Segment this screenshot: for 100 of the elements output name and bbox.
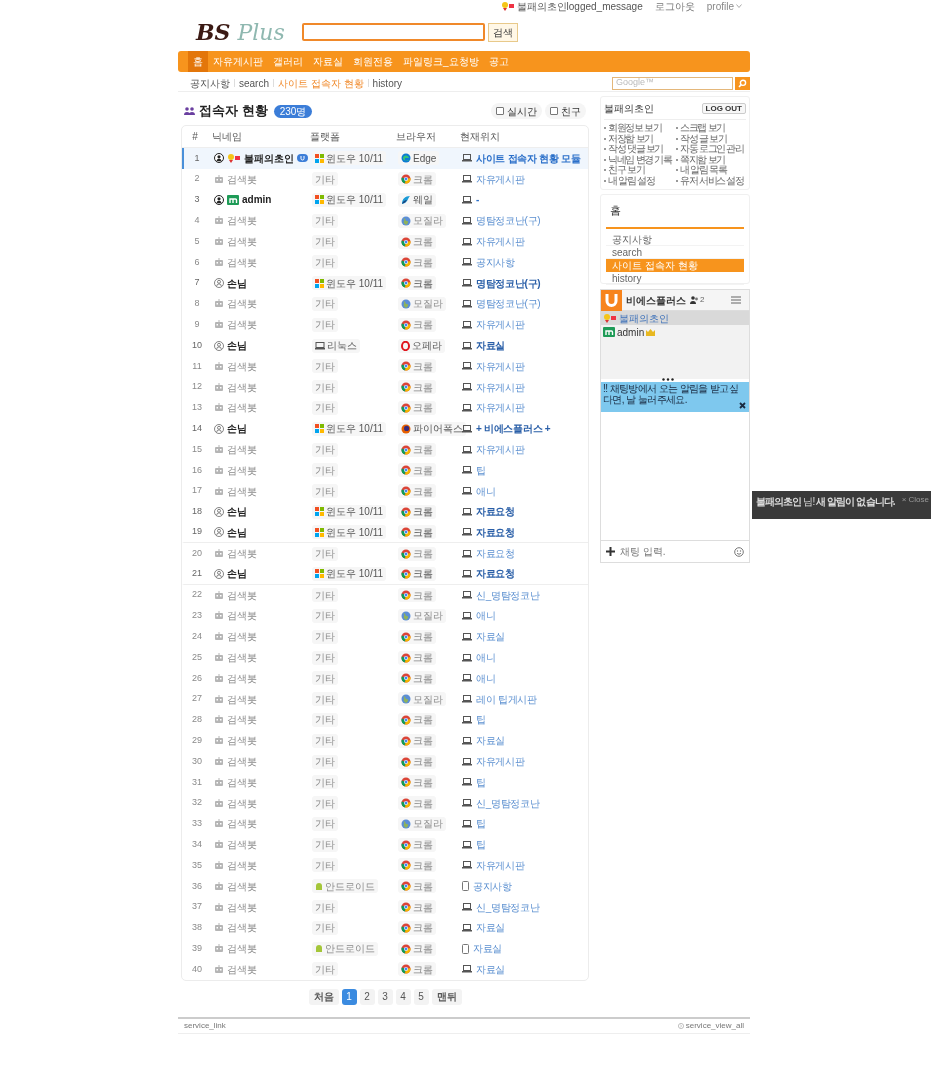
location-link[interactable]: 자료실 (476, 733, 506, 749)
nickname[interactable]: 검색봇 (227, 774, 257, 790)
chat-input[interactable]: 채팅 입력. (620, 544, 729, 559)
table-row[interactable]: 7 손님 윈도우 10/11 크롬 명탐정코난(구) (182, 272, 588, 294)
site-logo[interactable]: BS Plus (196, 20, 302, 44)
nickname[interactable]: 검색봇 (227, 213, 257, 229)
nickname[interactable]: 검색봇 (227, 795, 257, 811)
table-row[interactable]: 36 검색봇 안드로이드 크롬 공지사항 (182, 875, 588, 897)
profile-link[interactable]: 내 알림 목록 (680, 165, 727, 176)
profile-link[interactable]: 친구 보기 (608, 165, 645, 176)
table-row[interactable]: 31 검색봇 기타 크롬 팁 (182, 771, 588, 793)
profile-link[interactable]: 내 알림 설정 (608, 175, 655, 186)
table-row[interactable]: 38 검색봇 기타 크롬 자료실 (182, 917, 588, 939)
chat-alert-banner[interactable]: !! 채팅방에서 오는 알림을 받고싶다면, 날 눌러주세요. (601, 382, 749, 412)
logout-link[interactable]: 로그아웃 (654, 0, 695, 14)
table-row[interactable]: 29 검색봇 기타 크롬 자료실 (182, 730, 588, 752)
location-link[interactable]: 자유게시판 (476, 858, 525, 873)
profile-link[interactable]: 작성 글 보기 (680, 133, 727, 144)
menu-item[interactable]: history (606, 271, 744, 285)
nickname[interactable]: 검색봇 (227, 941, 257, 957)
nickname[interactable]: 손님 (227, 275, 247, 291)
nickname[interactable]: 검색봇 (227, 670, 257, 686)
nickname[interactable]: 검색봇 (227, 171, 257, 187)
table-row[interactable]: 35 검색봇 기타 크롬 자유게시판 (182, 855, 588, 876)
table-row[interactable]: 28 검색봇 기타 크롬 팁 (182, 709, 588, 731)
location-link[interactable]: 자유게시판 (476, 317, 525, 333)
location-link[interactable]: 애니 (476, 608, 496, 624)
table-row[interactable]: 22 검색봇 기타 크롬 신_명탐정코난 (182, 584, 588, 606)
nickname[interactable]: 검색봇 (227, 920, 257, 936)
checkbox[interactable] (550, 107, 558, 115)
user-link[interactable]: 불패의초인logged_message (516, 0, 643, 14)
nickname[interactable]: 검색봇 (227, 317, 257, 333)
nickname[interactable]: 검색봇 (227, 629, 257, 645)
table-row[interactable]: 33 검색봇 기타 모질라 팁 (182, 813, 588, 835)
nickname[interactable]: 검색봇 (227, 650, 257, 665)
location-link[interactable]: - (476, 192, 480, 208)
nickname[interactable]: 검색봇 (227, 961, 257, 977)
nickname[interactable]: 검색봇 (227, 254, 257, 270)
breadcrumb-link[interactable]: history (372, 75, 403, 91)
footer-link[interactable]: service_view_all (677, 1019, 744, 1032)
page-button[interactable]: 맨뒤 (431, 988, 462, 1005)
nickname[interactable]: 검색봇 (227, 234, 257, 250)
smiley-icon[interactable] (734, 546, 744, 557)
location-link[interactable]: 공지사항 (473, 878, 512, 894)
nav-item[interactable]: 공고 (483, 51, 514, 72)
nickname[interactable]: 검색봇 (227, 899, 257, 915)
location-link[interactable]: 자료요청 (476, 566, 515, 582)
profile-link[interactable]: profile (706, 0, 742, 14)
breadcrumb-link[interactable]: search (239, 75, 269, 91)
location-link[interactable]: 자유게시판 (476, 442, 525, 458)
search-field[interactable] (302, 23, 485, 41)
location-link[interactable]: 팁 (476, 774, 486, 790)
location-link[interactable]: 자유게시판 (476, 358, 525, 374)
location-link[interactable]: 자료실 (476, 629, 506, 645)
search-button[interactable] (735, 76, 750, 90)
more-icon[interactable] (662, 378, 674, 381)
page-button[interactable]: 처음 (308, 988, 339, 1005)
table-row[interactable]: 30 검색봇 기타 크롬 자유게시판 (182, 751, 588, 772)
table-row[interactable]: 20 검색봇 기타 크롬 자료요청 (182, 543, 588, 564)
table-row[interactable]: 37 검색봇 기타 크롬 신_명탐정코난 (182, 896, 588, 918)
table-row[interactable]: 8 검색봇 기타 모질라 명탐정코난(구) (182, 293, 588, 315)
nickname[interactable]: 검색봇 (227, 837, 257, 853)
location-link[interactable]: 명탐정코난(구) (476, 275, 541, 291)
location-link[interactable]: 자료실 (476, 338, 506, 354)
table-row[interactable]: 18 손님 윈도우 10/11 크롬 자료요청 (182, 501, 588, 523)
table-row[interactable]: 32 검색봇 기타 크롬 신_명탐정코난 (182, 792, 588, 814)
footer-link[interactable]: service_link (184, 1019, 226, 1032)
profile-link[interactable]: 자동 로그인 관리 (680, 144, 744, 155)
location-link[interactable]: 레이 팁게시판 (476, 691, 537, 707)
location-link[interactable]: 팁 (476, 816, 486, 832)
page-button[interactable]: 1 (341, 988, 357, 1005)
nickname[interactable]: 손님 (227, 421, 247, 437)
table-row[interactable]: 16 검색봇 기타 크롬 팁 (182, 459, 588, 481)
table-row[interactable]: 15 검색봇 기타 크롬 자유게시판 (182, 439, 588, 460)
profile-link[interactable]: 쪽지함 보기 (680, 154, 725, 165)
nickname[interactable]: 검색봇 (227, 379, 257, 395)
profile-link[interactable]: 회원정보 보기 (608, 123, 662, 134)
table-row[interactable]: 26 검색봇 기타 크롬 애니 (182, 667, 588, 689)
table-row[interactable]: 39 검색봇 안드로이드 크롬 자료실 (182, 938, 588, 960)
table-row[interactable]: 12 검색봇 기타 크롬 자유게시판 (182, 376, 588, 398)
profile-link[interactable]: 유저 서비스 설정 (680, 175, 744, 186)
nickname[interactable]: 검색봇 (227, 358, 257, 374)
location-link[interactable]: 팁 (476, 837, 486, 853)
profile-link[interactable]: 닉네임 변경 기록 (608, 154, 672, 165)
location-link[interactable]: 자료실 (476, 920, 506, 936)
page-button[interactable]: 2 (359, 988, 375, 1005)
page-button[interactable]: 5 (413, 988, 429, 1005)
location-link[interactable]: 애니 (476, 650, 496, 665)
google-search-field[interactable]: Google™ (612, 76, 733, 90)
profile-link[interactable]: 저장함 보기 (608, 133, 653, 144)
logout-button[interactable]: LOG OUT (701, 103, 746, 114)
table-row[interactable]: 34 검색봇 기타 크롬 팁 (182, 834, 588, 856)
nickname[interactable]: 검색봇 (227, 712, 257, 728)
nickname[interactable]: 검색봇 (227, 587, 257, 603)
nickname[interactable]: 검색봇 (227, 296, 257, 312)
location-link[interactable]: 자료요청 (476, 524, 515, 540)
nickname[interactable]: 검색봇 (227, 462, 257, 478)
breadcrumb-link[interactable]: 사이트 접속자 현황 (278, 75, 364, 91)
nickname[interactable]: 검색봇 (227, 608, 257, 624)
chat-user-row[interactable]: admin (601, 325, 749, 339)
